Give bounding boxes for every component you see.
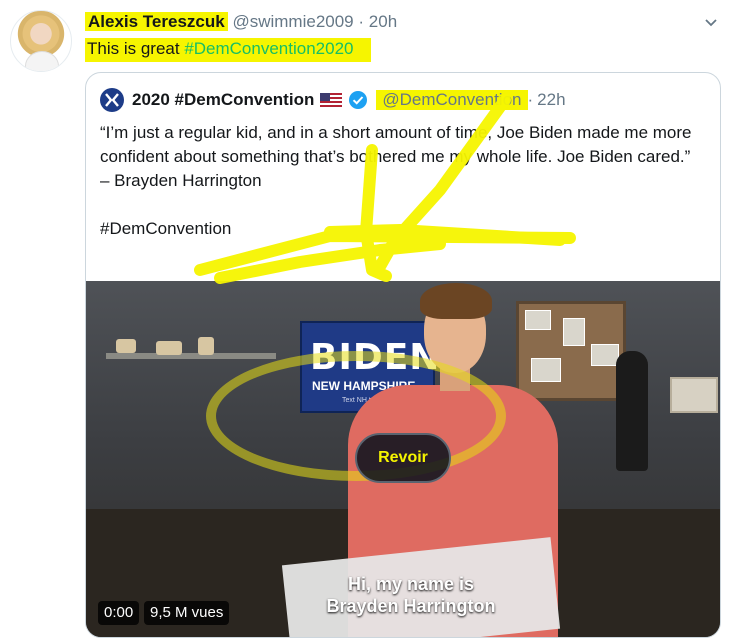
replay-label: Revoir [378, 449, 428, 466]
caption-line-2: Brayden Harrington [326, 596, 496, 616]
convention-logo-icon[interactable] [100, 88, 124, 112]
tweet-header: Alexis Tereszcuk @swimmie2009 · 20h [85, 12, 397, 32]
shelf [106, 353, 276, 359]
quoted-hashtag[interactable]: #DemConvention [100, 217, 710, 241]
quoted-tweet[interactable]: 2020 #DemConvention @DemConvention · 22h… [85, 72, 721, 638]
quoted-handle[interactable]: @DemConvention [376, 90, 528, 110]
quoted-tweet-header: 2020 #DemConvention @DemConvention · 22h [100, 88, 566, 112]
quoted-separator: · [527, 90, 534, 109]
video-player[interactable]: BIDEN NEW HAMPSHIRE Text NH to 30330 Rev… [86, 281, 720, 637]
corkboard [516, 301, 626, 401]
video-view-count: 9,5 M vues [144, 601, 230, 625]
caption-line-1: Hi, my name is [347, 574, 475, 594]
avatar[interactable] [10, 10, 72, 72]
tweet-text: This is great #DemConvention2020 [85, 38, 372, 62]
quoted-account-name[interactable]: 2020 #DemConvention [132, 90, 314, 110]
quoted-time[interactable]: 22h [537, 90, 565, 110]
wall-frame [670, 377, 718, 413]
author-handle[interactable]: @swimmie2009 [232, 12, 353, 31]
tweet-hashtag[interactable]: #DemConvention2020 [184, 39, 353, 58]
tweet-time[interactable]: 20h [369, 12, 397, 31]
tweet-text-body: This is great [87, 39, 185, 58]
us-flag-icon [320, 92, 343, 108]
header-separator: · [358, 12, 365, 31]
verified-badge-icon [349, 91, 368, 109]
quoted-text: “I’m just a regular kid, and in a short … [100, 123, 692, 190]
chevron-down-icon[interactable] [703, 14, 719, 30]
author-display-name[interactable]: Alexis Tereszcuk [85, 12, 228, 31]
replay-button[interactable]: Revoir [355, 433, 451, 483]
quoted-tweet-body: “I’m just a regular kid, and in a short … [100, 121, 710, 241]
lamp [616, 351, 648, 471]
video-caption: Hi, my name is Brayden Harrington [266, 573, 556, 617]
video-timestamp: 0:00 [98, 601, 140, 625]
